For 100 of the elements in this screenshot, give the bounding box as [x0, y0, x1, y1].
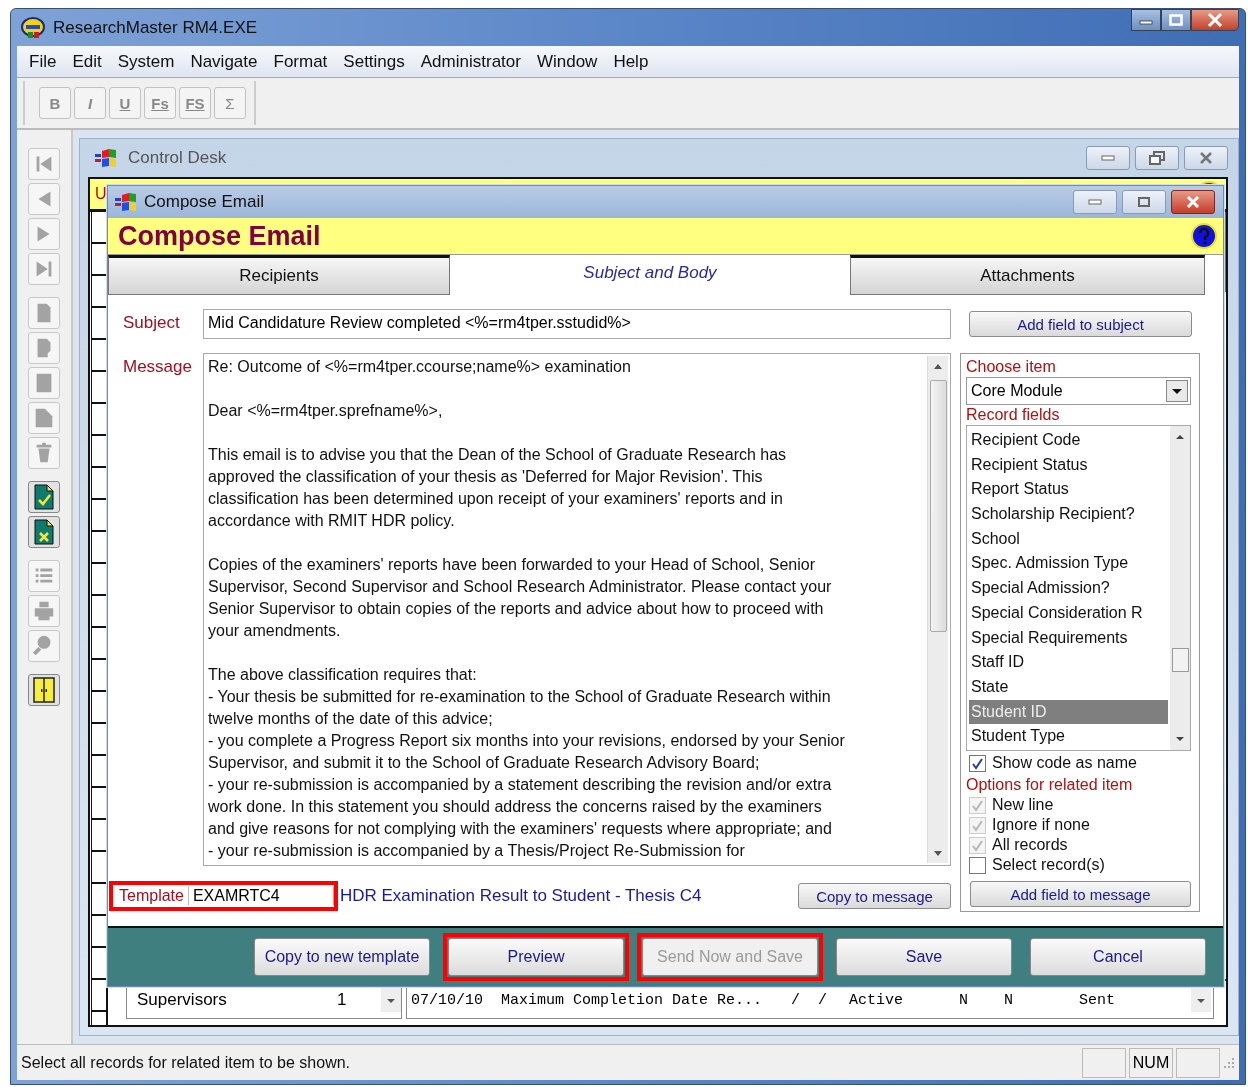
scroll-thumb[interactable] [929, 380, 947, 632]
field-label: Template [113, 887, 189, 905]
dialog-heading: Compose Email [118, 220, 321, 252]
list-item[interactable]: Special Consideration R [969, 600, 1168, 626]
menu-item[interactable]: Help [605, 49, 657, 74]
app-icon [21, 16, 45, 39]
action-button[interactable]: Preview [448, 938, 624, 976]
message-line: Supervisor, Second Supervisor and School Research Administrator. Please contact your [208, 577, 832, 597]
restore-button[interactable] [1135, 146, 1179, 170]
field-label: Message [122, 356, 193, 378]
minimize-icon [1101, 155, 1115, 161]
list-cell-text: Maximum Completion Date Re... [501, 991, 764, 1009]
caret-icon[interactable] [381, 988, 401, 1012]
message-line: Supervisor, and submit it to the School of Graduate Research Advisory Board; [208, 753, 760, 773]
checkbox-label: Ignore if none [992, 816, 1090, 834]
list-cell-text: Sent [1079, 991, 1116, 1009]
list-item[interactable]: Spec. Admission Type [969, 551, 1168, 577]
list-item[interactable]: Special Requirements [969, 625, 1168, 651]
action-button[interactable]: Cancel [1030, 938, 1206, 976]
list-cell-text: Active [849, 991, 904, 1009]
message-line: accordance with RMIT HDR policy. [208, 511, 455, 531]
resize-grip-icon[interactable] [1223, 1056, 1235, 1069]
maximize-icon [1137, 196, 1151, 208]
tab[interactable]: Recipients [108, 255, 450, 295]
add-field-button[interactable]: Add field to message [970, 881, 1191, 907]
menu-item[interactable]: Administrator [412, 49, 529, 74]
maximize-button[interactable] [1122, 190, 1166, 214]
status-indicator: NUM [1129, 1047, 1173, 1078]
restore-icon [1149, 151, 1165, 165]
minimize-button[interactable] [1086, 146, 1130, 170]
message-line: The above classification requires that: [208, 665, 477, 685]
list-cell-text: 07/10/10 [411, 991, 484, 1009]
window-title: Compose Email [144, 192, 264, 212]
minimize-icon [1088, 199, 1102, 205]
item-dropdown[interactable]: Core Module [966, 377, 1191, 405]
field-label: Subject [122, 312, 181, 334]
minimize-button[interactable] [1131, 9, 1161, 31]
message-line: - your re-submission is accompanied by a statement describing the revision and/or extra [208, 775, 832, 795]
message-line: - your re-submission is accompanied by a Thesis/Project Re-Submission for [208, 841, 745, 861]
caret-icon[interactable] [1166, 380, 1188, 402]
list-cell-text: N [959, 991, 969, 1009]
list-item[interactable]: Scholarship Recipient? [969, 502, 1168, 527]
message-line: Re: Outcome of <%=rm4tper.ccourse;name%> examination [208, 357, 631, 377]
window-title: ResearchMaster RM4.EXE [53, 17, 258, 38]
close-button[interactable] [1171, 190, 1215, 214]
cell-text: Supervisors [137, 990, 228, 1010]
scroll-down-icon[interactable] [1174, 734, 1186, 744]
message-line: classification has been determined upon receipt of your examiners' reports and in [208, 489, 783, 509]
message-line: - Your thesis be submitted for re-examination to the School of Graduate Research within [208, 687, 831, 707]
minimize-button[interactable] [1073, 190, 1117, 214]
checkbox[interactable] [969, 856, 986, 874]
menu-item[interactable]: System [109, 49, 183, 74]
menu-item[interactable]: Edit [64, 49, 110, 74]
checkbox[interactable] [969, 754, 986, 772]
list-item[interactable]: Student ID [969, 699, 1168, 725]
checkbox-label: All records [992, 836, 1068, 854]
help-icon[interactable] [1191, 223, 1217, 249]
message-line: work done. In this statement you should address the concerns raised by the examiners [208, 797, 822, 817]
list-item[interactable]: State [969, 674, 1168, 700]
scroll-thumb[interactable] [1171, 648, 1189, 673]
menu-item[interactable]: File [21, 49, 65, 74]
field-label: Record fields [966, 405, 1061, 425]
list-item[interactable]: Report Status [969, 477, 1168, 503]
field-label: Choose item [966, 357, 1057, 377]
message-line: twelve months of the date of this advice; [208, 709, 493, 729]
app-icon [114, 192, 138, 212]
template-code-field[interactable]: EXAMRTC4 [188, 887, 334, 905]
menu-item[interactable]: Window [528, 49, 606, 74]
message-line: This email is to advise you that the Dean of the School of Graduate Research has [208, 445, 787, 465]
scroll-up-icon[interactable] [1174, 432, 1186, 442]
list-item[interactable]: Recipient Status [969, 452, 1168, 478]
banner-text: U [95, 185, 107, 203]
list-item[interactable]: School [969, 526, 1168, 552]
scrollbar[interactable] [927, 356, 948, 863]
list-item[interactable]: Student Type [969, 724, 1168, 749]
app-icon [94, 148, 118, 168]
subject-field[interactable]: Mid Candidature Review completed <%=rm4tper.sstudid%> [203, 309, 951, 339]
action-button[interactable]: Save [836, 938, 1012, 976]
list-item[interactable]: Special Admission? [969, 576, 1168, 601]
menu-item[interactable]: Settings [335, 49, 413, 74]
cell-text: 1 [337, 990, 348, 1010]
template-name: HDR Examination Result to Student - Thesis C4 [338, 886, 702, 906]
scroll-down-icon[interactable] [1191, 988, 1211, 1012]
tab[interactable]: Attachments [850, 255, 1205, 295]
message-line: Senior Supervisor to obtain copies of the reports and advice about how to proceed with [208, 599, 824, 619]
scrollbar[interactable] [1170, 426, 1190, 750]
menu-item[interactable]: Format [265, 49, 336, 74]
close-button[interactable] [1191, 9, 1239, 31]
list-item[interactable]: Recipient Code [969, 428, 1168, 453]
message-line: - you complete a Progress Report six months into your revisions, endorsed by your Senior [208, 731, 845, 751]
message-field[interactable] [203, 353, 951, 866]
message-line: approved the classification of your thesis as 'Deferred for Major Revision'. This [208, 467, 763, 487]
maximize-icon [1169, 14, 1183, 26]
action-button[interactable]: Copy to new template [254, 938, 430, 976]
maximize-button[interactable] [1161, 9, 1191, 31]
list-item[interactable]: Staff ID [969, 650, 1168, 675]
copy-to-message-button[interactable]: Copy to message [798, 883, 951, 909]
checkbox-label: Select record(s) [992, 856, 1105, 874]
menu-item[interactable]: Navigate [182, 49, 266, 74]
add-field-button[interactable]: Add field to subject [969, 311, 1192, 337]
